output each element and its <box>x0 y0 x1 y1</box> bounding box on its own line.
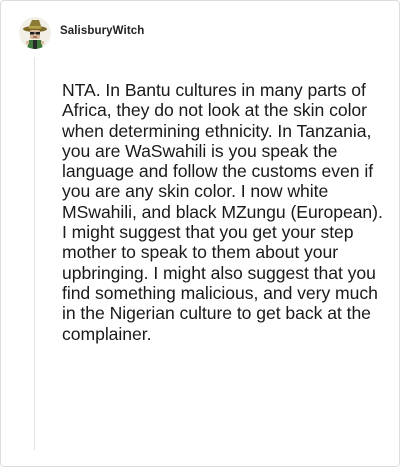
comment-header: SalisburyWitch <box>18 15 144 51</box>
witch-avatar-icon[interactable] <box>19 17 51 49</box>
thread-collapse-line[interactable] <box>34 57 35 450</box>
comment-body: NTA. In Bantu cultures in many parts of … <box>62 80 383 344</box>
author-username[interactable]: SalisburyWitch <box>60 25 144 37</box>
comment-card: SalisburyWitch NTA. In Bantu cultures in… <box>0 0 400 467</box>
